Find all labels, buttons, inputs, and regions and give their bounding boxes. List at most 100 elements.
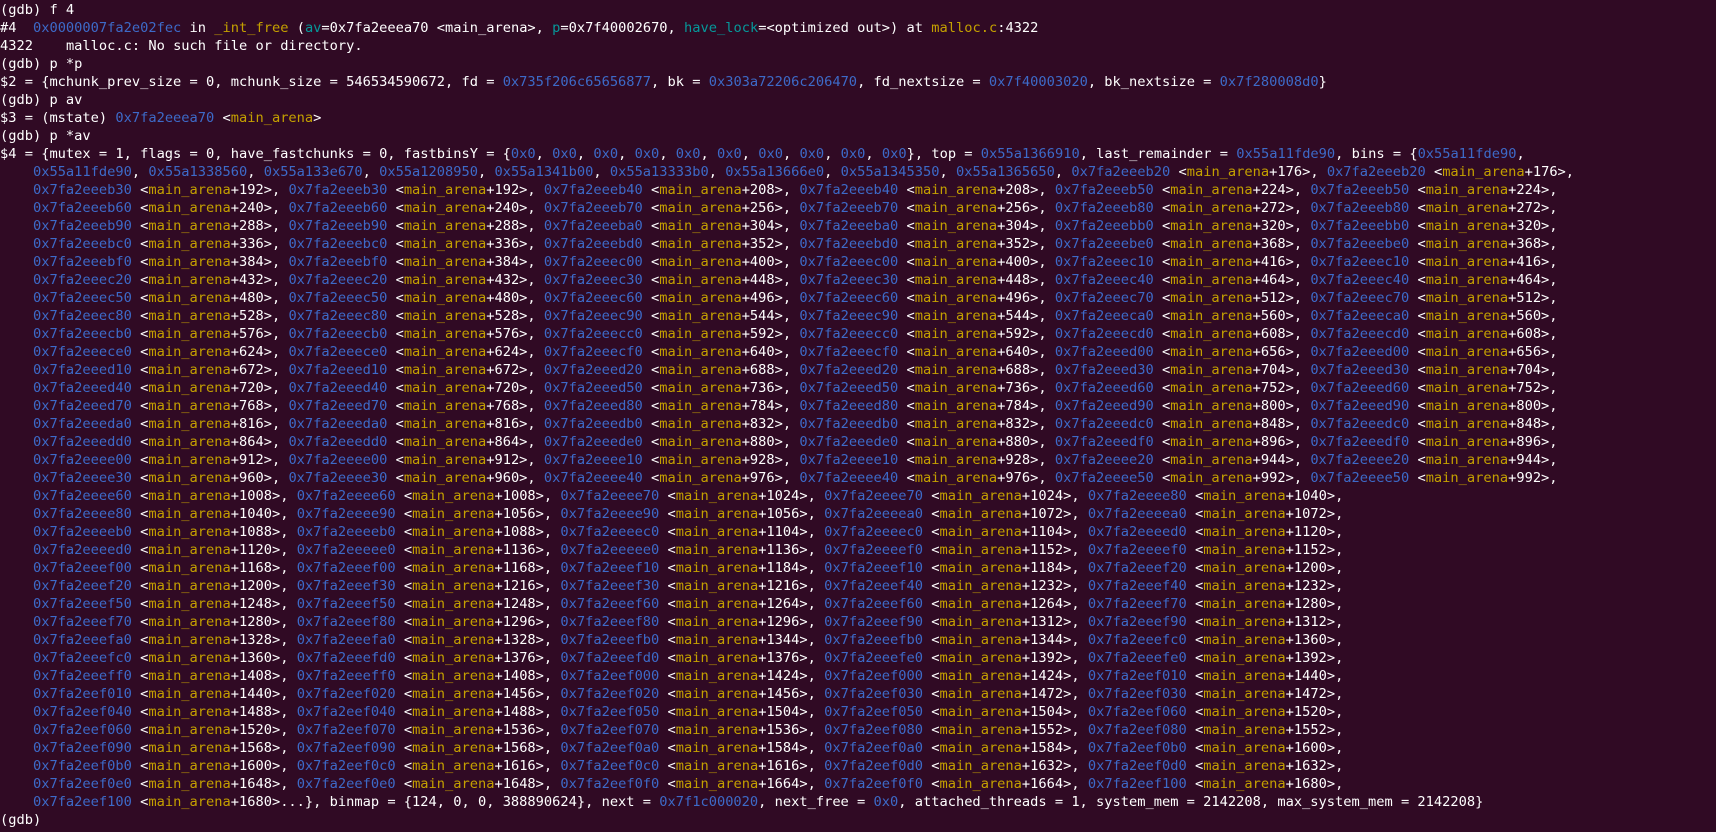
terminal-line: 0x7fa2eeec20 <main_arena+432>, 0x7fa2eee…: [0, 271, 1716, 289]
text-token: <: [131, 470, 149, 486]
terminal-line: 4322 malloc.c: No such file or directory…: [0, 37, 1716, 55]
text-token: <: [642, 182, 660, 198]
symbol-token: main_arena: [403, 254, 487, 270]
text-token: +864>,: [230, 434, 289, 450]
text-token: +624>,: [230, 344, 289, 360]
address-token: 0x7fa2eef020: [560, 686, 660, 702]
terminal-line: 0x7fa2eeedd0 <main_arena+864>, 0x7fa2eee…: [0, 433, 1716, 451]
text-token: +224>,: [1252, 182, 1311, 198]
text-token: <: [131, 650, 149, 666]
address-token: 0x7fa2eef090: [296, 740, 396, 756]
address-token: 0x7fa2eeee60: [32, 488, 132, 504]
text-token: ,: [700, 146, 718, 162]
terminal-line: 0x7fa2eeec50 <main_arena+480>, 0x7fa2eee…: [0, 289, 1716, 307]
address-token: 0x7fa2eef100: [1087, 776, 1187, 792]
address-token: 0x7fa2eeee40: [799, 470, 899, 486]
address-token: 0x55a1345350: [840, 164, 940, 180]
text-token: +736>,: [997, 380, 1055, 396]
text-token: , fd_nextsize =: [857, 74, 989, 90]
text-token: <: [1409, 452, 1426, 468]
address-token: 0x7fa2eeeb30: [288, 182, 388, 198]
terminal-line: (gdb) p av: [0, 91, 1716, 109]
symbol-token: main_arena: [1425, 290, 1509, 306]
text-token: +1584>,: [758, 740, 825, 756]
address-token: 0x7fa2eeed40: [288, 380, 388, 396]
address-token: 0x7fa2eeef20: [1087, 560, 1187, 576]
address-token: 0x7fa2eeedf0: [1310, 434, 1410, 450]
address-token: 0x7fa2eeed80: [799, 398, 899, 414]
address-token: 0x7fa2eeee80: [32, 506, 132, 522]
text-token: <: [898, 326, 915, 342]
text-token: +1152>,: [1285, 542, 1344, 558]
text-token: +544>,: [997, 308, 1055, 324]
address-token: 0x7fa2eeee20: [1310, 452, 1410, 468]
address-token: 0x7fa2eeece0: [288, 344, 388, 360]
gdb-terminal-output[interactable]: (gdb) f 4 #4 0x0000007fa2e02fec in _int_f…: [0, 0, 1716, 832]
text-token: +1168>,: [230, 560, 297, 576]
symbol-token: main_arena: [659, 344, 742, 360]
text-token: +1184>,: [1021, 560, 1088, 576]
symbol-token: main_arena: [914, 254, 998, 270]
text-token: +816>,: [486, 416, 544, 432]
text-token: <: [898, 290, 915, 306]
address-token: 0x7fa2eeef60: [560, 596, 660, 612]
text-token: ,: [741, 146, 759, 162]
text-token: +272>,: [1508, 200, 1558, 216]
symbol-token: main_arena: [1203, 686, 1286, 702]
symbol-token: main_arena: [148, 218, 231, 234]
address-token: 0x7fa2eeec50: [288, 290, 388, 306]
address-token: 0x7fa2eeed60: [1054, 380, 1154, 396]
symbol-token: main_arena: [675, 488, 759, 504]
text-token: <: [387, 470, 404, 486]
text-token: }: [1318, 74, 1327, 90]
text-token: +1632>,: [1021, 758, 1088, 774]
symbol-token: main_arena: [675, 686, 759, 702]
text-token: +720>,: [230, 380, 289, 396]
text-token: +1456>,: [758, 686, 825, 702]
address-token: 0x7fa2eeee70: [824, 488, 924, 504]
address-token: 0x7fa2eeec90: [799, 308, 899, 324]
symbol-token: main_arena: [148, 398, 231, 414]
terminal-line: 0x7fa2eeee30 <main_arena+960>, 0x7fa2eee…: [0, 469, 1716, 487]
text-token: +416>,: [1508, 254, 1558, 270]
symbol-token: main_arena: [939, 578, 1022, 594]
address-token: 0x7fa2eeebb0: [1054, 218, 1154, 234]
text-token: +368>,: [1252, 236, 1311, 252]
text-token: <: [659, 722, 676, 738]
symbol-token: main_arena: [914, 236, 998, 252]
text-token: <: [1409, 398, 1426, 414]
text-token: +896>,: [1508, 434, 1558, 450]
text-token: <: [131, 272, 149, 288]
address-token: 0x7fa2eeedc0: [1310, 416, 1410, 432]
symbol-token: main_arena: [1203, 758, 1286, 774]
symbol-token: main_arena: [914, 290, 998, 306]
address-token: 0x7fa2eef0a0: [824, 740, 924, 756]
symbol-token: main_arena: [148, 614, 231, 630]
text-token: =0x7f40002670,: [560, 20, 685, 36]
text-token: +1296>,: [758, 614, 825, 630]
address-token: 0x55a11fde90: [1236, 146, 1336, 162]
symbol-token: main_arena: [148, 182, 231, 198]
address-token: 0x7fa2eef0f0: [824, 776, 924, 792]
symbol-token: main_arena: [412, 578, 495, 594]
text-token: +992>,: [1252, 470, 1311, 486]
text-token: +960>,: [230, 470, 289, 486]
address-token: 0x7fa2eeeed0: [1087, 524, 1187, 540]
symbol-token: main_arena: [1186, 164, 1270, 180]
symbol-token: main_arena: [1170, 380, 1253, 396]
text-token: +576>,: [486, 326, 544, 342]
text-token: <: [131, 254, 149, 270]
symbol-token: main_arena: [1425, 380, 1509, 396]
symbol-token: main_arena: [403, 290, 487, 306]
address-token: 0x7fa2eeefe0: [824, 650, 924, 666]
address-token: 0x7fa2eeefa0: [296, 632, 396, 648]
text-token: <: [131, 326, 149, 342]
text-token: <: [659, 596, 676, 612]
symbol-token: main_arena: [1425, 398, 1509, 414]
address-token: 0x7fa2eeeb50: [1310, 182, 1410, 198]
text-token: , bk =: [651, 74, 709, 90]
text-token: <: [923, 524, 940, 540]
text-token: +496>,: [741, 290, 800, 306]
